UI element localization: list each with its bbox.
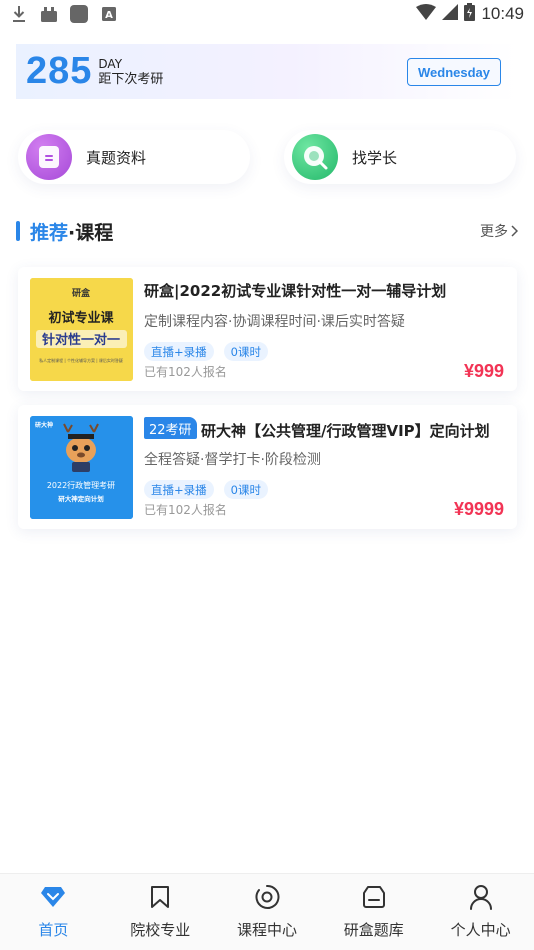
nav-tab-schools[interactable]: 院校专业 [107, 874, 214, 950]
home-diamond-icon [40, 884, 66, 910]
tag-live-recorded: 直播+录播 [144, 480, 214, 499]
more-label: 更多 [480, 224, 508, 240]
course-card[interactable]: 研大神 2022行政管理考研 研大神定向计划 22考研 研大神【公共管理/行政管… [18, 405, 517, 529]
section-title-rest: ·课程 [68, 221, 114, 244]
course-title: 研盒|2022初试专业课针对性一对一辅导计划 [144, 282, 447, 300]
countdown-days: 285 [26, 50, 93, 92]
bookmark-icon [147, 884, 173, 910]
thumb-line1: 2022行政管理考研 [47, 480, 115, 490]
course-thumbnail: 研大神 2022行政管理考研 研大神定向计划 [30, 416, 133, 519]
signal-icon [442, 4, 459, 24]
course-subtitle: 全程答疑·督学打卡·阶段检测 [144, 452, 321, 468]
svg-text:A: A [105, 10, 113, 21]
past-papers-button[interactable]: 真题资料 [18, 130, 250, 184]
course-price: ¥999 [463, 361, 504, 381]
more-link[interactable]: 更多 [480, 221, 518, 241]
status-time: 10:49 [481, 4, 524, 23]
section-accent-bar [16, 221, 20, 241]
download-icon [10, 5, 28, 23]
nav-tab-courses[interactable]: 课程中心 [214, 874, 321, 950]
nav-label-profile: 个人中心 [450, 921, 511, 939]
tag-lesson-count: 0课时 [223, 480, 268, 499]
thumb-brand: 研盒 [72, 287, 91, 299]
course-title: 研大神【公共管理/行政管理VIP】定向计划 [201, 422, 490, 440]
wifi-icon [416, 4, 437, 24]
course-subtitle: 定制课程内容·协调课程时间·课后实时答疑 [144, 314, 405, 330]
section-title-highlight: 推荐 [30, 221, 69, 244]
enrolled-count: 已有102人报名 [144, 503, 227, 517]
nav-label-courses: 课程中心 [236, 921, 297, 939]
find-senior-button[interactable]: 找学长 [284, 130, 516, 184]
android-icon [40, 5, 58, 23]
battery-icon [464, 3, 476, 25]
thumb-footnote: 私人定制课程 | 个性化辅导方案 | 课后实时答疑 [39, 357, 123, 363]
course-ring-icon [254, 884, 280, 910]
recommended-courses-header: 推荐·课程 更多 [16, 216, 518, 246]
nav-tab-profile[interactable]: 个人中心 [427, 874, 534, 950]
bottom-navigation: 首页 院校专业 课程中心 研盒题库 个人中心 [0, 873, 534, 950]
chat-search-icon [292, 134, 338, 180]
question-bank-icon [361, 884, 387, 910]
nav-tab-question-bank[interactable]: 研盒题库 [320, 874, 427, 950]
countdown-unit: DAY [98, 56, 123, 71]
thumb-line2: 针对性一对一 [41, 332, 120, 348]
user-icon [468, 884, 494, 910]
nav-label-home: 首页 [38, 921, 69, 939]
document-icon [26, 134, 72, 180]
thumb-line2: 研大神定向计划 [58, 494, 104, 503]
section-title: 推荐·课程 [30, 218, 113, 245]
course-card[interactable]: 研盒 初试专业课 针对性一对一 私人定制课程 | 个性化辅导方案 | 课后实时答… [18, 267, 517, 391]
keyboard-a-icon: A [100, 5, 118, 23]
course-tags: 直播+录播 0课时 [144, 480, 268, 499]
exam-year-badge: 22考研 [144, 417, 197, 439]
status-bar: A 10:49 [0, 0, 534, 28]
thumb-line1: 初试专业课 [48, 310, 114, 326]
tag-live-recorded: 直播+录播 [144, 342, 214, 361]
enrolled-count: 已有102人报名 [144, 365, 227, 379]
weekday-badge: Wednesday [407, 58, 501, 86]
countdown-label: 距下次考研 [98, 71, 164, 87]
nav-tab-home[interactable]: 首页 [0, 874, 107, 950]
course-price: ¥9999 [453, 499, 504, 519]
tag-lesson-count: 0课时 [223, 342, 268, 361]
shortcut-label-past-papers: 真题资料 [86, 148, 147, 167]
app-square-icon [70, 5, 88, 23]
exam-countdown-banner: 285 DAY 距下次考研 Wednesday [16, 44, 517, 99]
shortcut-label-find-senior: 找学长 [352, 148, 398, 167]
course-thumbnail: 研盒 初试专业课 针对性一对一 私人定制课程 | 个性化辅导方案 | 课后实时答… [30, 278, 133, 381]
thumb-brand: 研大神 [35, 421, 53, 429]
nav-label-question-bank: 研盒题库 [343, 921, 404, 939]
chevron-right-icon [511, 225, 518, 237]
course-tags: 直播+录播 0课时 [144, 342, 268, 361]
nav-label-schools: 院校专业 [130, 921, 191, 939]
